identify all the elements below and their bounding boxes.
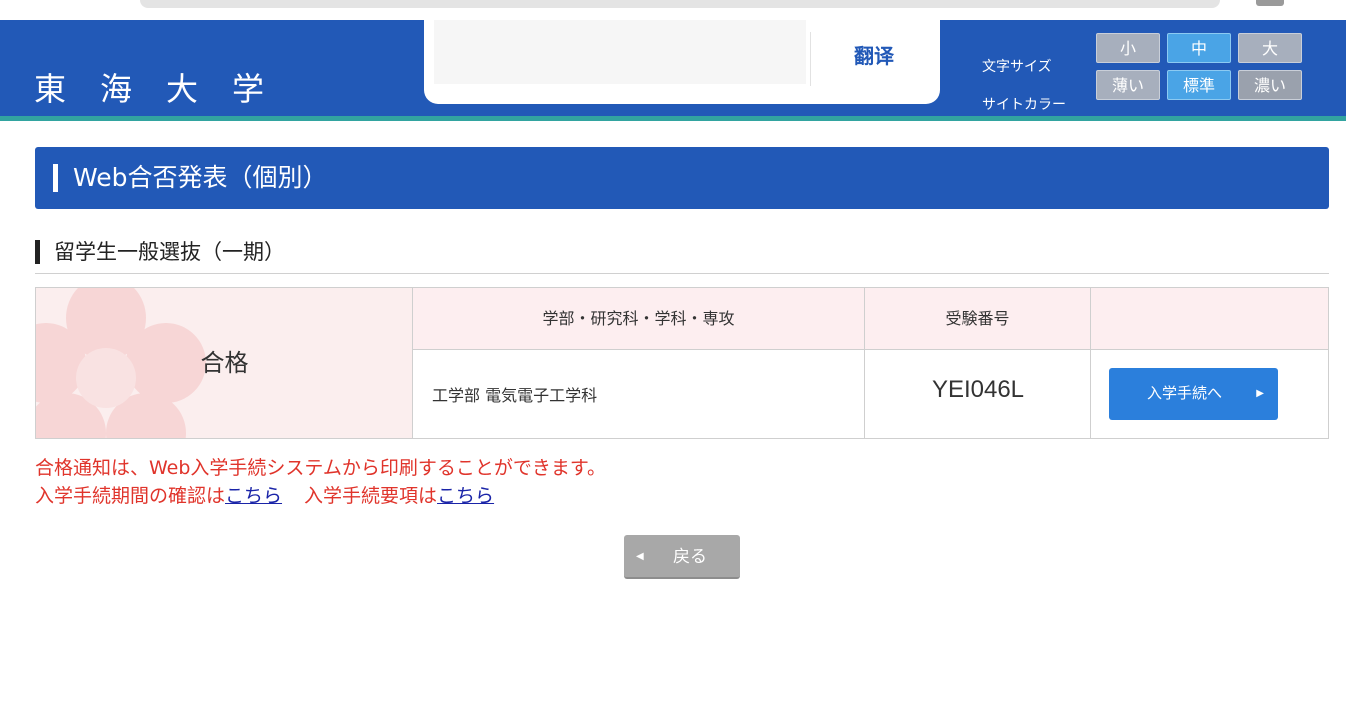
translate-divider (810, 32, 811, 86)
text-size-label: 文字サイズ (982, 59, 1052, 75)
result-status-cell: 合格 (36, 288, 413, 438)
site-color-label: サイトカラー (982, 97, 1066, 113)
arrow-right-icon: ▶ (1256, 388, 1264, 399)
exam-category-title: 留学生一般選抜（一期） (54, 240, 285, 264)
translate-panel: 翻译 (424, 20, 940, 104)
admission-procedure-button[interactable]: 入学手続へ ▶ (1109, 368, 1278, 420)
notice-text: 合格通知は、Web入学手続システムから印刷することができます。 入学手続期間の確… (35, 454, 606, 510)
notice-line-1: 合格通知は、Web入学手続システムから印刷することができます。 (35, 457, 606, 479)
heading-marker (53, 164, 58, 192)
text-size-medium-button[interactable]: 中 (1167, 33, 1231, 63)
site-color-standard-button[interactable]: 標準 (1167, 70, 1231, 100)
page-title: Web合否発表（個別） (73, 163, 328, 192)
arrow-left-icon: ◀ (636, 551, 644, 562)
text-size-small-button[interactable]: 小 (1096, 33, 1160, 63)
translate-input[interactable] (434, 20, 806, 84)
exam-number-cell: YEI046L (865, 350, 1091, 438)
result-table: 合格 学部・研究科・学科・専攻 受験番号 工学部 電気電子工学科 YEI046L… (35, 287, 1329, 439)
column-header-department: 学部・研究科・学科・専攻 (413, 288, 865, 350)
procedure-guide-link[interactable]: こちら (437, 485, 494, 507)
sub-heading-marker (35, 240, 40, 264)
browser-address-bar[interactable] (140, 0, 1220, 8)
procedure-guide-text: 入学手続要項は (304, 485, 438, 507)
back-button-label: 戻る (673, 547, 707, 567)
procedure-period-link[interactable]: こちら (225, 485, 282, 507)
header-accent-stripe (0, 116, 1346, 121)
text-size-large-button[interactable]: 大 (1238, 33, 1302, 63)
site-color-light-button[interactable]: 薄い (1096, 70, 1160, 100)
column-header-exam-number: 受験番号 (865, 288, 1091, 350)
exam-number-value: YEI046L (931, 376, 1025, 403)
translate-button[interactable]: 翻译 (824, 42, 924, 72)
pass-status: 合格 (200, 349, 249, 377)
sub-heading: 留学生一般選抜（一期） (35, 234, 1329, 274)
back-button[interactable]: ◀ 戻る (624, 535, 740, 579)
notice-line-2: 入学手続期間の確認はこちら 入学手続要項はこちら (35, 482, 606, 510)
site-color-dark-button[interactable]: 濃い (1238, 70, 1302, 100)
department-value: 工学部 電気電子工学科 (432, 386, 598, 405)
browser-tab-icon[interactable] (1256, 0, 1284, 6)
site-title[interactable]: 東海大学 (34, 64, 298, 110)
department-cell: 工学部 電気電子工学科 (413, 350, 865, 438)
procedure-period-text: 入学手続期間の確認は (35, 485, 226, 507)
column-header-action (1091, 288, 1328, 350)
section-heading: Web合否発表（個別） (35, 147, 1329, 209)
admission-procedure-label: 入学手続へ (1146, 385, 1222, 402)
browser-top-strip (0, 0, 1346, 20)
action-cell: 入学手続へ ▶ (1091, 350, 1328, 438)
